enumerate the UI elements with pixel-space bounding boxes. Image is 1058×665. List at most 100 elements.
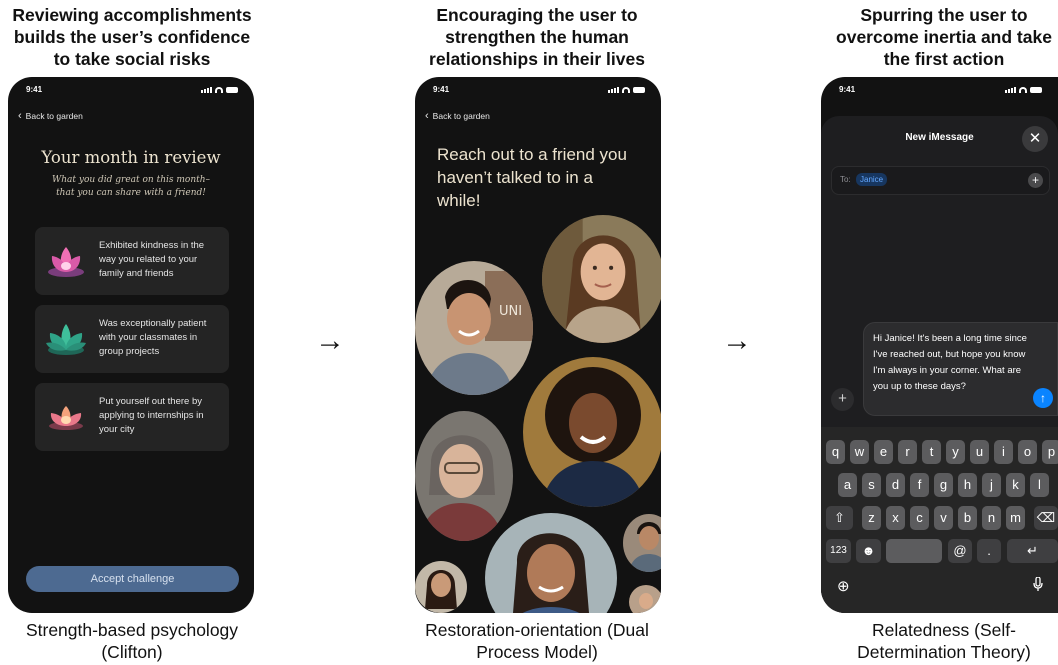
caption-top-1: Reviewing accomplishments builds the use… <box>12 5 252 69</box>
back-label: Back to garden <box>432 111 490 121</box>
page-title: Reach out to a friend you haven’t talked… <box>437 145 627 210</box>
key-m[interactable]: m <box>1006 506 1025 530</box>
chevron-left-icon: ‹ <box>18 110 22 122</box>
back-label: Back to garden <box>25 111 83 121</box>
add-recipient-button[interactable]: + <box>1028 173 1043 188</box>
caption-bottom-3: Relatedness (Self- Determination Theory) <box>857 620 1031 662</box>
back-to-garden-link[interactable]: ‹ Back to garden <box>18 110 83 122</box>
key-z[interactable]: z <box>862 506 881 530</box>
key-p[interactable]: p <box>1042 440 1058 464</box>
key-q[interactable]: q <box>826 440 845 464</box>
battery-icon <box>633 87 645 93</box>
friend-photo-woman[interactable] <box>542 215 661 343</box>
key-o[interactable]: o <box>1018 440 1037 464</box>
status-bar: 9:41 <box>26 85 238 99</box>
card-text: Put yourself out there by applying to in… <box>99 396 204 435</box>
friend-photo-small-person[interactable] <box>629 585 661 613</box>
return-key[interactable]: ↵ <box>1007 539 1058 563</box>
friend-photo-man[interactable]: UNI <box>415 261 533 395</box>
numbers-key[interactable]: 123 <box>826 539 851 563</box>
key-a[interactable]: a <box>838 473 857 497</box>
key-b[interactable]: b <box>958 506 977 530</box>
key-d[interactable]: d <box>886 473 905 497</box>
wifi-icon <box>622 87 630 93</box>
accomplishment-card-2[interactable]: Was exceptionally patient with your clas… <box>35 305 229 373</box>
key-v[interactable]: v <box>934 506 953 530</box>
card-text: Was exceptionally patient with your clas… <box>99 318 207 357</box>
phone-month-review: 9:41 ‹ Back to garden Your month in revi… <box>8 77 254 613</box>
close-button[interactable]: ✕ <box>1022 126 1048 152</box>
friend-photo-curly-hair[interactable] <box>523 357 661 507</box>
emoji-icon: ☻ <box>861 543 876 558</box>
key-r[interactable]: r <box>898 440 917 464</box>
emoji-key[interactable]: ☻ <box>856 539 881 563</box>
accomplishment-card-3[interactable]: Put yourself out there by applying to in… <box>35 383 229 451</box>
signal-icon <box>608 87 619 93</box>
key-l[interactable]: l <box>1030 473 1049 497</box>
at-key[interactable]: @ <box>948 539 972 563</box>
message-text: Hi Janice! It's been a long time since I… <box>873 333 1027 392</box>
status-bar: 9:41 <box>433 85 645 99</box>
friend-photo-small-man[interactable] <box>623 514 661 572</box>
key-x[interactable]: x <box>886 506 905 530</box>
arrow-up-icon: ↑ <box>1040 391 1046 405</box>
key-f[interactable]: f <box>910 473 929 497</box>
keyboard: q w e r t y u i o p a s d f g h j k l ⇧ … <box>821 427 1058 613</box>
chevron-left-icon: ‹ <box>425 110 429 122</box>
friend-photo-smiling-woman[interactable] <box>485 513 617 613</box>
return-icon: ↵ <box>1027 543 1038 558</box>
key-e[interactable]: e <box>874 440 893 464</box>
phone-reach-out: 9:41 ‹ Back to garden Reach out to a fri… <box>415 77 661 613</box>
message-input[interactable]: Hi Janice! It's been a long time since I… <box>863 322 1058 416</box>
caption-top-3: Spurring the user to overcome inertia an… <box>836 5 1052 69</box>
status-time: 9:41 <box>433 85 450 94</box>
back-to-garden-link[interactable]: ‹ Back to garden <box>425 110 490 122</box>
friend-photo-small-woman[interactable] <box>415 561 467 613</box>
key-n[interactable]: n <box>982 506 1001 530</box>
battery-icon <box>1030 87 1042 93</box>
status-bar: 9:41 <box>839 85 1042 99</box>
battery-icon <box>226 87 238 93</box>
accept-challenge-button[interactable]: Accept challenge <box>26 566 239 592</box>
key-t[interactable]: t <box>922 440 941 464</box>
card-text: Exhibited kindness in the way you relate… <box>99 240 205 279</box>
key-c[interactable]: c <box>910 506 929 530</box>
microphone-glyph <box>1033 576 1043 591</box>
key-i[interactable]: i <box>994 440 1013 464</box>
globe-icon[interactable]: ⊕ <box>837 577 850 595</box>
caption-bottom-1: Strength-based psychology (Clifton) <box>25 620 239 662</box>
shift-icon: ⇧ <box>834 510 845 525</box>
attachment-button[interactable]: + <box>831 388 854 411</box>
delete-key[interactable]: ⌫ <box>1034 506 1058 530</box>
friend-photo-older-woman[interactable] <box>415 411 513 541</box>
caption-top-2: Encouraging the user to strengthen the h… <box>429 5 645 69</box>
arrow-1: → <box>315 324 345 357</box>
recipient-chip[interactable]: Janice <box>856 173 888 186</box>
signal-icon <box>1005 87 1016 93</box>
status-time: 9:41 <box>839 85 856 94</box>
shift-key[interactable]: ⇧ <box>826 506 853 530</box>
peach-lotus-icon <box>49 406 83 430</box>
key-y[interactable]: y <box>946 440 965 464</box>
signal-icon <box>201 87 212 93</box>
key-k[interactable]: k <box>1006 473 1025 497</box>
microphone-icon[interactable] <box>1033 576 1043 591</box>
send-button[interactable]: ↑ <box>1033 388 1053 408</box>
accomplishment-card-1[interactable]: Exhibited kindness in the way you relate… <box>35 227 229 295</box>
space-key[interactable] <box>886 539 942 563</box>
to-label: To: <box>840 175 851 184</box>
key-h[interactable]: h <box>958 473 977 497</box>
key-s[interactable]: s <box>862 473 881 497</box>
key-j[interactable]: j <box>982 473 1001 497</box>
phone-imessage: 9:41 New iMessage ✕ To: Janice + + Hi Ja… <box>821 77 1058 613</box>
building-sign: UNI <box>499 304 522 319</box>
recipient-field[interactable]: To: Janice + <box>831 166 1050 195</box>
pink-lotus-icon <box>48 247 84 277</box>
status-time: 9:41 <box>26 85 43 94</box>
key-w[interactable]: w <box>850 440 869 464</box>
close-icon: ✕ <box>1028 130 1042 147</box>
key-u[interactable]: u <box>970 440 989 464</box>
key-g[interactable]: g <box>934 473 953 497</box>
dot-key[interactable]: . <box>977 539 1001 563</box>
page-subtitle: What you did great on this month– that y… <box>51 175 211 198</box>
